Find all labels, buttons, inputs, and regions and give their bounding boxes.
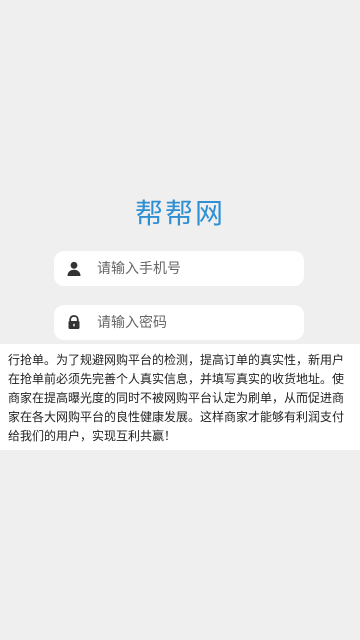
password-field[interactable] <box>54 305 304 340</box>
password-input[interactable] <box>97 307 287 338</box>
lock-icon <box>64 313 84 333</box>
app-title: 帮帮网 <box>134 197 225 230</box>
user-icon <box>64 259 84 279</box>
login-screen: 帮帮网 行抢单。为了规避网购平台的检测，提高订单的真实性，新用户在抢单前必须先完… <box>0 0 360 640</box>
notice-panel: 行抢单。为了规避网购平台的检测，提高订单的真实性，新用户在抢单前必须先完善个人真… <box>0 344 360 450</box>
phone-field[interactable] <box>54 251 304 286</box>
notice-text: 行抢单。为了规避网购平台的检测，提高订单的真实性，新用户在抢单前必须先完善个人真… <box>8 353 345 443</box>
phone-input[interactable] <box>97 253 287 284</box>
